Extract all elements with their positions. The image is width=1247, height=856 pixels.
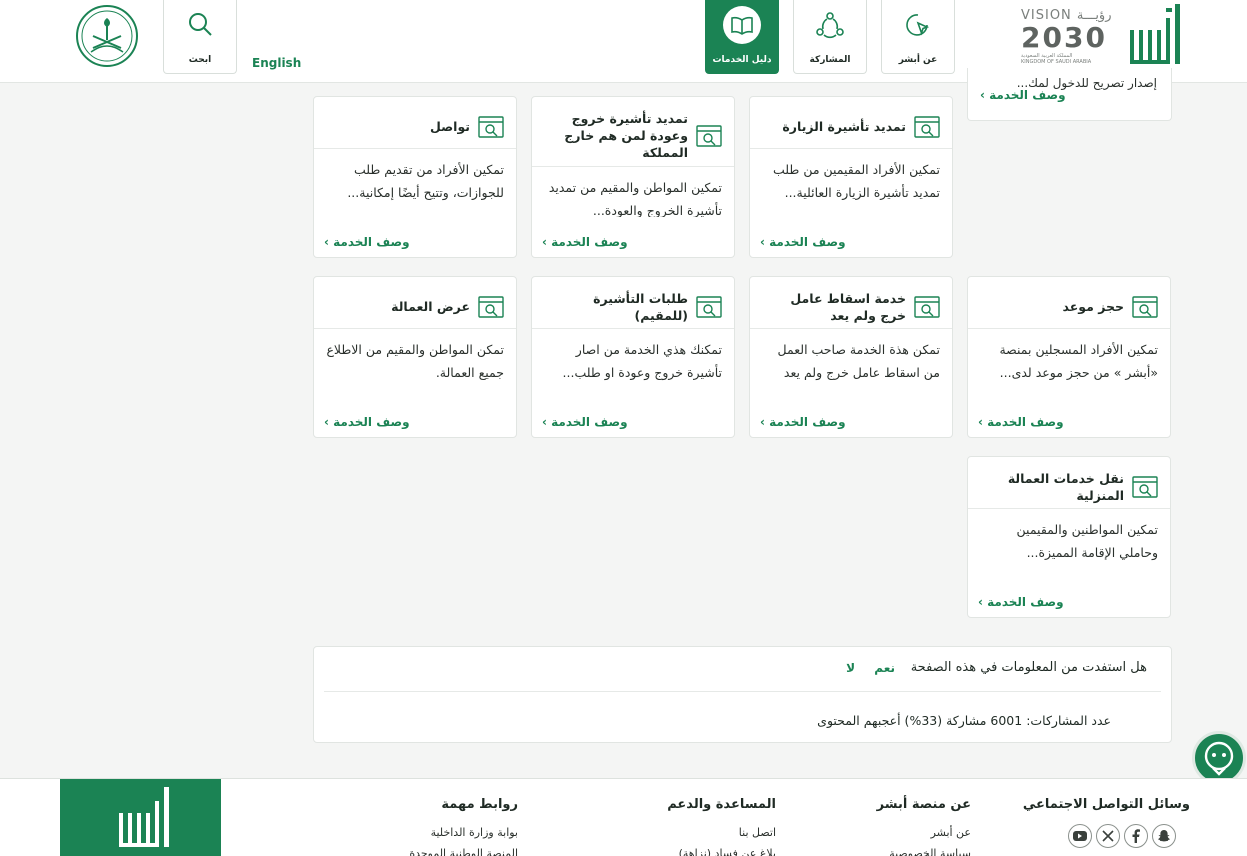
service-desc: تمكين الأفراد المسجلين بمنصة «أبشر » من … xyxy=(999,342,1158,380)
service-card: خدمة اسقاط عامل خرج ولم يعد تمكن هذة الخ… xyxy=(749,276,953,438)
chatbot-button[interactable] xyxy=(1192,731,1246,785)
service-title: تمديد تأشيرة الزيارة xyxy=(782,119,906,134)
service-search-icon xyxy=(1132,295,1158,318)
footer-link[interactable]: سياسة الخصوصية xyxy=(877,847,971,856)
footer-link[interactable]: اتصل بنا xyxy=(667,826,776,839)
service-card: تواصل تمكين الأفراد من تقديم طلب للجوازا… xyxy=(313,96,517,258)
service-title: حجز موعد xyxy=(1062,299,1124,314)
ministry-emblem-icon xyxy=(76,5,138,67)
service-search-icon xyxy=(914,115,940,138)
community-icon xyxy=(814,5,846,45)
service-title: تواصل xyxy=(429,119,470,134)
service-search-icon xyxy=(1132,475,1158,498)
search-button[interactable]: ابحث xyxy=(163,0,237,74)
service-title: نقل خدمات العمالة المنزلية xyxy=(1007,470,1124,503)
service-description-link[interactable]: وصف الخدمة › xyxy=(760,415,846,429)
snapchat-icon[interactable] xyxy=(1152,824,1176,848)
site-footer: وسائل التواصل الاجتماعي عن منصة أبشر عن … xyxy=(0,778,1247,856)
nav-about-absher[interactable]: عن أبشر xyxy=(881,0,955,74)
vision-2030-logo: VISION رؤيـــة 2030 المملكة العربية السع… xyxy=(1021,8,1112,65)
chatbot-icon xyxy=(1204,741,1234,776)
x-icon[interactable] xyxy=(1096,824,1120,848)
youtube-icon[interactable] xyxy=(1068,824,1092,848)
service-card: تمديد تأشيرة خروج وعودة لمن هم خارج المم… xyxy=(531,96,735,258)
feedback-question: هل استفدت من المعلومات في هذه الصفحة xyxy=(910,660,1147,675)
footer-links-column: روابط مهمة بوابة وزارة الداخلية المنصة ا… xyxy=(409,797,518,856)
feedback-yes-button[interactable]: نعم xyxy=(874,661,895,675)
nav-services-guide[interactable]: دليل الخدمات xyxy=(705,0,779,74)
service-card: تمديد تأشيرة الزيارة تمكين الأفراد المقي… xyxy=(749,96,953,258)
service-description-link[interactable]: وصف الخدمة › xyxy=(542,235,628,249)
service-description-link[interactable]: وصف الخدمة › xyxy=(324,235,410,249)
feedback-no-button[interactable]: لا xyxy=(846,661,855,675)
service-card-partial: إصدار تصريح للدخول لمك... وصف الخدمة › xyxy=(967,68,1172,121)
service-search-icon xyxy=(914,295,940,318)
service-search-icon xyxy=(478,295,504,318)
service-card: نقل خدمات العمالة المنزلية تمكين المواطن… xyxy=(967,456,1171,618)
service-title: خدمة اسقاط عامل خرج ولم يعد xyxy=(790,290,906,323)
footer-absher-logo xyxy=(60,779,221,856)
service-search-icon xyxy=(696,124,722,147)
service-description-link[interactable]: وصف الخدمة › xyxy=(980,88,1066,102)
nav-participation[interactable]: المشاركة xyxy=(793,0,867,74)
service-title: طلبات التأشيرة (للمقيم) xyxy=(593,290,688,323)
feedback-stats: عدد المشاركات: 6001 مشاركة (33%) أعجبهم … xyxy=(817,713,1111,728)
service-desc: تمكين المواطنين والمقيمين وحاملي الإقامة… xyxy=(1016,522,1158,560)
service-desc: تمكن المواطن والمقيم من الاطلاع جميع الع… xyxy=(326,342,504,380)
service-desc: تمكنك هذي الخدمة من اصار تأشيرة خروج وعو… xyxy=(562,342,722,380)
book-icon xyxy=(722,5,762,45)
footer-about-column: عن منصة أبشر عن أبشر سياسة الخصوصية xyxy=(877,797,971,856)
service-title: تمديد تأشيرة خروج وعودة لمن هم خارج المم… xyxy=(564,111,688,160)
service-card: طلبات التأشيرة (للمقيم) تمكنك هذي الخدمة… xyxy=(531,276,735,438)
service-title: عرض العمالة xyxy=(391,299,470,314)
footer-link[interactable]: المنصة الوطنية الموحدة xyxy=(409,847,518,856)
divider xyxy=(324,691,1161,692)
service-search-icon xyxy=(478,115,504,138)
footer-link[interactable]: بلاغ عن فساد (نزاهة) xyxy=(667,847,776,856)
service-desc: تمكين الأفراد المقيمين من طلب تمديد تأشي… xyxy=(773,162,940,200)
service-description-link[interactable]: وصف الخدمة › xyxy=(760,235,846,249)
service-card: عرض العمالة تمكن المواطن والمقيم من الاط… xyxy=(313,276,517,438)
cursor-click-icon xyxy=(903,5,933,45)
language-switch-link[interactable]: English xyxy=(252,56,301,70)
footer-support-column: المساعدة والدعم اتصل بنا بلاغ عن فساد (ن… xyxy=(667,797,776,856)
service-desc: تمكين المواطن والمقيم من تمديد تأشيرة ال… xyxy=(548,180,722,217)
footer-social: وسائل التواصل الاجتماعي xyxy=(1023,797,1190,848)
footer-link[interactable]: بوابة وزارة الداخلية xyxy=(409,826,518,839)
service-description-link[interactable]: وصف الخدمة › xyxy=(978,415,1064,429)
search-icon xyxy=(185,5,215,45)
page-feedback-panel: هل استفدت من المعلومات في هذه الصفحة نعم… xyxy=(313,646,1172,743)
service-description-link[interactable]: وصف الخدمة › xyxy=(978,595,1064,609)
footer-link[interactable]: عن أبشر xyxy=(877,826,971,839)
service-card: حجز موعد تمكين الأفراد المسجلين بمنصة «أ… xyxy=(967,276,1171,438)
facebook-icon[interactable] xyxy=(1124,824,1148,848)
service-desc: تمكن هذة الخدمة صاحب العمل من اسقاط عامل… xyxy=(777,342,940,380)
service-description-link[interactable]: وصف الخدمة › xyxy=(542,415,628,429)
service-description-link[interactable]: وصف الخدمة › xyxy=(324,415,410,429)
service-desc: تمكين الأفراد من تقديم طلب للجوازات، وتت… xyxy=(347,162,504,200)
absher-logo[interactable] xyxy=(1126,4,1184,74)
service-search-icon xyxy=(696,295,722,318)
